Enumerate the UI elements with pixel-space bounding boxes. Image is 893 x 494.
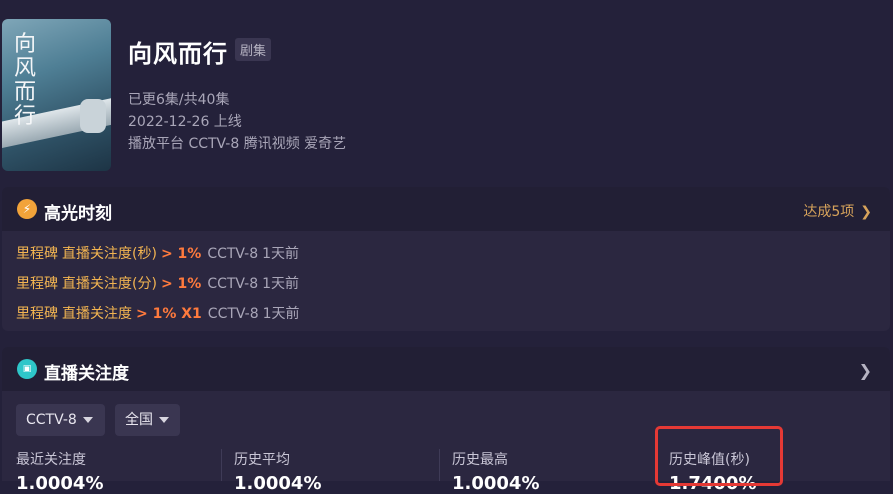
milestone-value: > 1% X1: [136, 306, 202, 322]
chevron-down-icon: [82, 417, 93, 423]
live-tv-icon: ▣: [17, 359, 37, 379]
poster-title-text: 向风而行: [14, 32, 39, 129]
highlights-more-label: 达成5项: [803, 204, 855, 220]
live-attention-title: 直播关注度: [44, 364, 129, 384]
bolt-icon: ⚡: [17, 199, 37, 219]
show-title: 向风而行: [128, 40, 228, 68]
milestone-time: 1天前: [262, 306, 300, 322]
region-select-value: 全国: [125, 412, 153, 428]
highlights-more-link[interactable]: 达成5项 ❯: [803, 201, 872, 221]
milestone-channel: CCTV-8: [207, 306, 259, 322]
show-poster[interactable]: 向风而行: [2, 19, 111, 171]
stat-divider: [439, 449, 440, 481]
channel-select-value: CCTV-8: [26, 412, 77, 428]
category-tag: 剧集: [235, 38, 272, 61]
highlight-item: 里程碑 直播关注度(秒) > 1% CCTV-8 1天前: [16, 243, 299, 263]
platform-list: 播放平台 CCTV-8 腾讯视频 爱奇艺: [128, 136, 347, 152]
stat-label: 最近关注度: [16, 452, 86, 468]
chevron-right-icon: ❯: [860, 204, 872, 220]
milestone-channel: CCTV-8: [207, 246, 259, 262]
poster-airplane-engine: [80, 99, 106, 133]
episode-count: 已更6集/共40集: [128, 92, 230, 108]
milestone-metric: 直播关注度(分): [62, 276, 157, 292]
annotation-highlight-box: [655, 426, 783, 486]
channel-select[interactable]: CCTV-8: [16, 404, 105, 436]
stat-divider: [221, 449, 222, 481]
highlights-header: ⚡ 高光时刻 达成5项 ❯: [2, 187, 890, 231]
milestone-metric: 直播关注度: [62, 306, 132, 322]
milestone-value: > 1%: [160, 276, 202, 292]
milestone-value: > 1%: [160, 246, 202, 262]
chevron-down-icon: [159, 417, 169, 423]
stat-value: 1.0004%: [16, 473, 104, 494]
milestone-channel: CCTV-8: [207, 276, 259, 292]
milestone-label: 里程碑: [16, 276, 58, 292]
stat-label: 历史最高: [452, 452, 508, 468]
stat-value: 1.0004%: [234, 473, 322, 494]
region-select[interactable]: 全国: [115, 404, 180, 436]
live-attention-header[interactable]: ▣ 直播关注度 ❯: [2, 347, 890, 391]
chevron-right-icon[interactable]: ❯: [859, 361, 872, 380]
milestone-metric: 直播关注度(秒): [62, 246, 157, 262]
highlight-item: 里程碑 直播关注度 > 1% X1 CCTV-8 1天前: [16, 303, 300, 323]
stat-history-average: 历史平均 1.0004%: [234, 449, 322, 494]
highlights-title: 高光时刻: [44, 204, 112, 224]
highlight-item: 里程碑 直播关注度(分) > 1% CCTV-8 1天前: [16, 273, 299, 293]
milestone-time: 1天前: [262, 246, 300, 262]
stat-value: 1.0004%: [452, 473, 540, 494]
milestone-label: 里程碑: [16, 306, 58, 322]
stat-history-max: 历史最高 1.0004%: [452, 449, 540, 494]
milestone-time: 1天前: [262, 276, 300, 292]
milestone-label: 里程碑: [16, 246, 58, 262]
release-date: 2022-12-26 上线: [128, 114, 242, 130]
highlights-card: ⚡ 高光时刻 达成5项 ❯ 里程碑 直播关注度(秒) > 1% CCTV-8 1天前 里程…: [2, 187, 890, 331]
stat-label: 历史平均: [234, 452, 290, 468]
stat-recent: 最近关注度 1.0004%: [16, 449, 104, 494]
